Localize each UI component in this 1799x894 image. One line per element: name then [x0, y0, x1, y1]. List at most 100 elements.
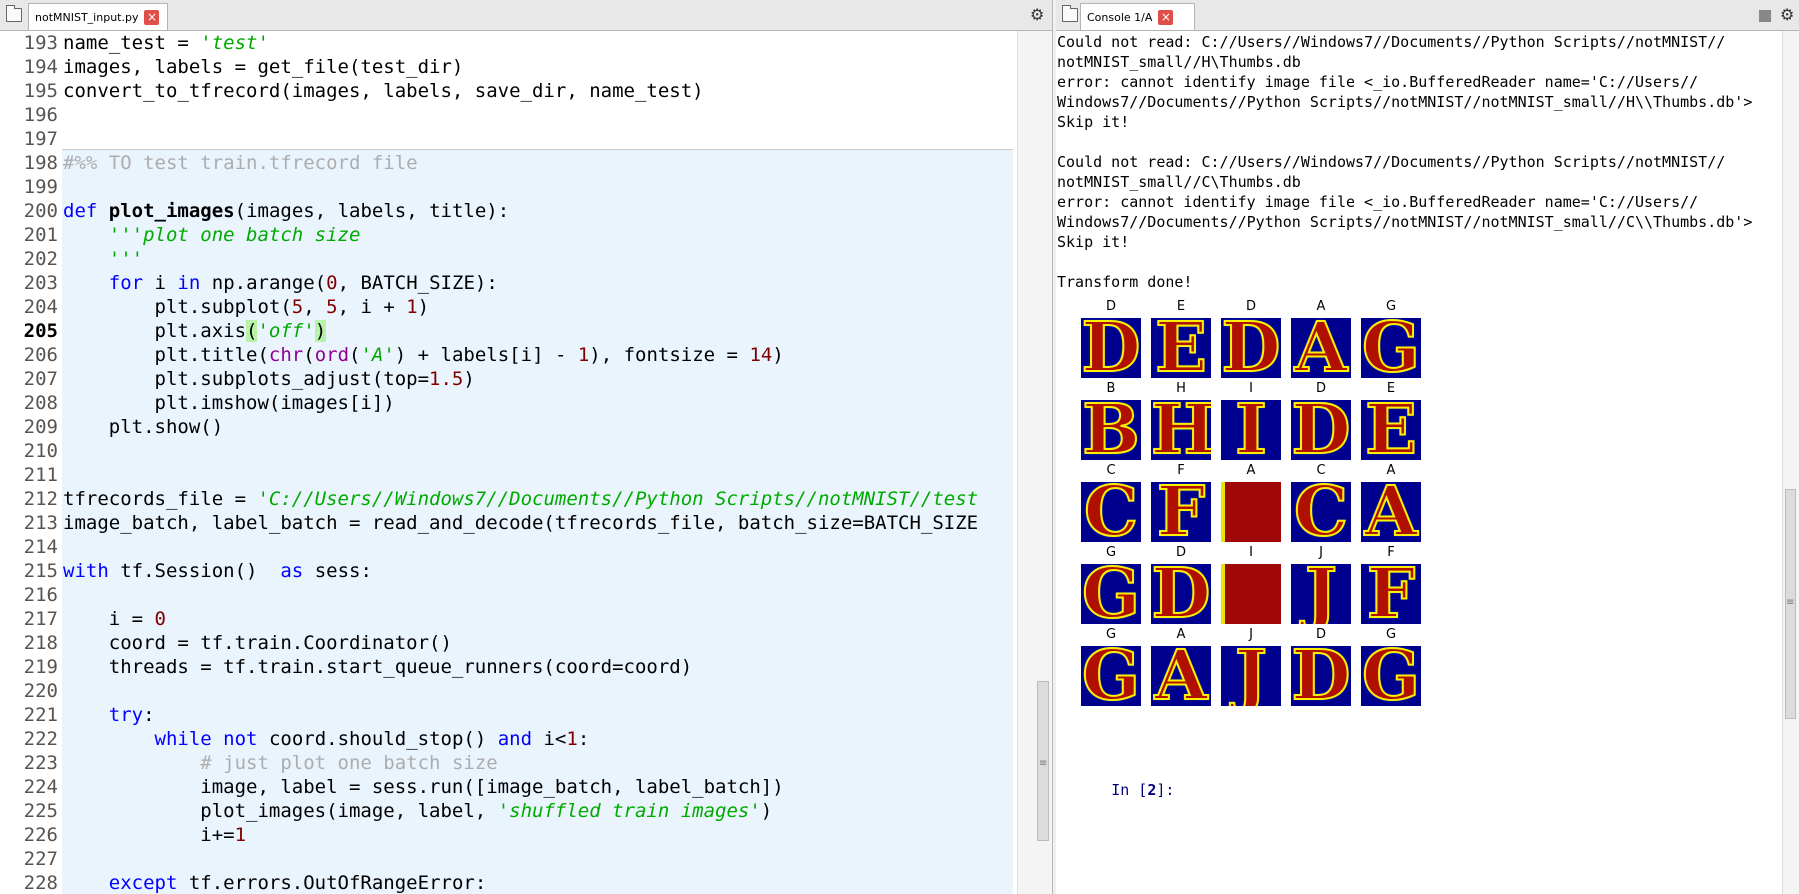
console-line: Skip it! — [1057, 233, 1130, 251]
code-text: ''' — [108, 248, 144, 270]
subplot-title: A — [1316, 299, 1326, 314]
subplot-title: I — [1249, 381, 1253, 396]
line-number: 205 — [23, 320, 58, 342]
subplot-image: G — [1081, 646, 1141, 706]
code-text: i = 0 — [63, 608, 166, 630]
subplot-image: G — [1081, 564, 1141, 624]
code-text: images, labels = get_file(test_dir) — [63, 56, 464, 78]
editor-pane: notMNIST_input.py × ⚙ 193 name_test = 'te… — [0, 0, 1053, 894]
line-number: 216 — [23, 584, 58, 606]
subplot-title: G — [1385, 299, 1397, 314]
letter-glyph: B — [1081, 400, 1140, 460]
line-number: 227 — [23, 848, 58, 870]
subplot-title: D — [1315, 381, 1326, 396]
browse-tabs-icon[interactable] — [6, 5, 22, 22]
subplot-title: D — [1105, 299, 1116, 314]
subplot-image: J — [1221, 646, 1281, 706]
code-text: convert_to_tfrecord(images, labels, save… — [63, 80, 704, 102]
letter-glyph: J — [1304, 564, 1338, 624]
letter-glyph: C — [1083, 482, 1139, 542]
code-text: # just plot one batch size — [200, 752, 498, 774]
line-number: 195 — [23, 80, 58, 102]
code-text: image, label = sess.run([image_batch, la… — [63, 776, 784, 798]
line-number: 206 — [23, 344, 58, 366]
subplot-image: D — [1221, 318, 1281, 378]
subplot-image: F — [1151, 482, 1211, 542]
line-number: 218 — [23, 632, 58, 654]
code-text: try: — [108, 704, 155, 726]
subplot-image: B — [1081, 400, 1141, 460]
line-number: 196 — [23, 104, 58, 126]
code-text: name_test = 'test' — [63, 32, 269, 54]
close-icon[interactable]: × — [144, 9, 160, 25]
editor-scrollbar[interactable]: ≡ — [1017, 31, 1052, 894]
code-text: with tf.Session() as sess: — [63, 560, 372, 582]
subplot-image: G — [1361, 318, 1421, 378]
line-number: 222 — [23, 728, 58, 750]
stop-icon[interactable] — [1759, 10, 1771, 22]
letter-glyph: I — [1234, 400, 1268, 460]
subplot-image: D — [1081, 318, 1141, 378]
line-number: 212 — [23, 488, 58, 510]
line-number: 228 — [23, 872, 58, 894]
subplot-image: D — [1291, 646, 1351, 706]
subplot-title: C — [1316, 463, 1326, 478]
code-text: image_batch, label_batch = read_and_deco… — [63, 512, 979, 534]
code-text: coord = tf.train.Coordinator() — [63, 632, 452, 654]
gear-icon[interactable]: ⚙ — [1780, 7, 1794, 23]
letter-glyph: C — [1293, 482, 1349, 542]
tab-label: notMNIST_input.py — [35, 10, 139, 24]
console-line: Could not read: C://Users//Windows7//Doc… — [1057, 33, 1726, 51]
line-number: 226 — [23, 824, 58, 846]
subplot-title: J — [1249, 627, 1253, 642]
subplot-title: G — [1105, 627, 1117, 642]
browse-tabs-icon[interactable] — [1062, 5, 1078, 22]
line-number: 221 — [23, 704, 58, 726]
letter-glyph: G — [1361, 646, 1421, 706]
line-number: 214 — [23, 536, 58, 558]
line-number: 203 — [23, 272, 58, 294]
subplot-title: E — [1386, 381, 1396, 396]
input-prompt[interactable]: In [2]: — [1057, 760, 1174, 820]
code-editor[interactable]: 193 name_test = 'test' 194 images, labels =… — [0, 31, 1013, 894]
console-scrollbar[interactable]: ≡ — [1782, 31, 1799, 894]
subplot-title: B — [1106, 381, 1116, 396]
editor-tabbar: notMNIST_input.py × ⚙ — [0, 0, 1052, 31]
subplot-title: A — [1246, 463, 1256, 478]
subplot-title: G — [1385, 627, 1397, 642]
line-number: 210 — [23, 440, 58, 462]
subplot-image: A — [1221, 482, 1281, 542]
subplot-image: G — [1361, 646, 1421, 706]
console-output[interactable]: DDEEDDAAGGBBHHIIDDEECCFFAACCAAGGDDIIJJFF… — [1056, 31, 1782, 894]
letter-glyph: A — [1154, 646, 1209, 706]
line-number: 208 — [23, 392, 58, 414]
code-text: except tf.errors.OutOfRangeError: — [108, 872, 487, 894]
close-icon[interactable]: × — [1158, 9, 1174, 25]
letter-glyph: D — [1081, 318, 1141, 378]
line-number: 220 — [23, 680, 58, 702]
console-line: Could not read: C://Users//Windows7//Doc… — [1057, 153, 1726, 171]
console-line: Skip it! — [1057, 113, 1130, 131]
line-number: 199 — [23, 176, 58, 198]
line-number: 202 — [23, 248, 58, 270]
cell-separator — [62, 149, 1013, 150]
console-line: Windows7//Documents//Python Scripts//not… — [1057, 213, 1753, 231]
line-number: 197 — [23, 128, 58, 150]
tab-console[interactable]: Console 1/A × — [1080, 3, 1195, 30]
tab-notmnist-input[interactable]: notMNIST_input.py × — [28, 3, 168, 30]
subplot-image: I — [1221, 564, 1281, 624]
subplot-title: D — [1175, 545, 1186, 560]
grip-icon: ≡ — [1039, 758, 1048, 769]
subplot-image: A — [1291, 318, 1351, 378]
console-tabbar: Console 1/A × ⚙ — [1056, 0, 1799, 31]
grip-icon: ≡ — [1786, 597, 1795, 608]
subplot-image: J — [1291, 564, 1351, 624]
code-text: plt.subplots_adjust(top=1.5) — [63, 368, 475, 390]
subplot-image: D — [1151, 564, 1211, 624]
subplot-title: J — [1319, 545, 1323, 560]
subplot-image: E — [1151, 318, 1211, 378]
line-number: 215 — [23, 560, 58, 582]
gear-icon[interactable]: ⚙ — [1030, 7, 1044, 23]
letter-glyph: D — [1291, 400, 1351, 460]
console-line: Windows7//Documents//Python Scripts//not… — [1057, 93, 1753, 111]
